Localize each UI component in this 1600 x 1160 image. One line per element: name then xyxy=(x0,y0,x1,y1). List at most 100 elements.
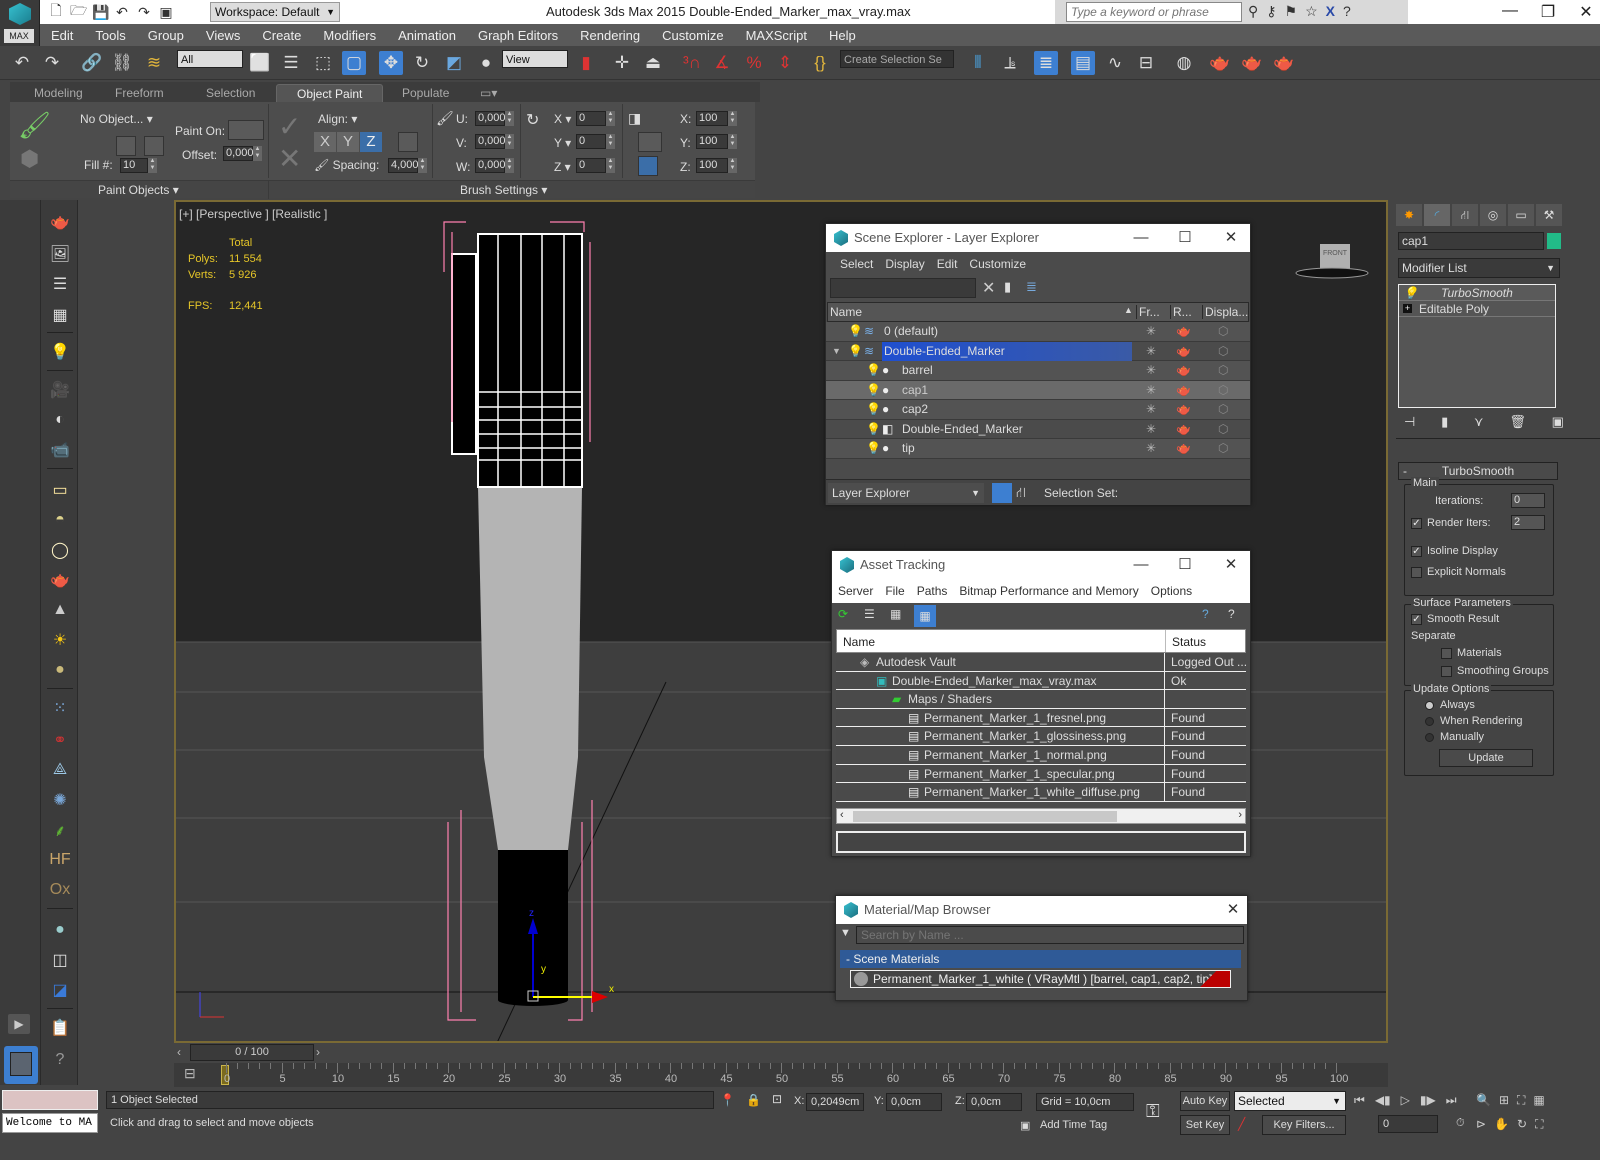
undo-icon[interactable]: ↶ xyxy=(10,51,34,75)
next-frame-icon[interactable]: › xyxy=(316,1045,328,1061)
list-view-icon[interactable]: ☰ xyxy=(864,607,875,621)
align-z-button[interactable]: Z xyxy=(360,132,382,152)
tab-selection[interactable]: Selection xyxy=(206,84,255,102)
offset-spinner[interactable]: ▲ ▼ xyxy=(253,146,262,161)
default-in-out-tangent-icon[interactable]: ╱ xyxy=(1238,1117,1245,1131)
tree-row[interactable]: 💡 ● cap1 ✳ 🫖 ⬡ xyxy=(826,380,1250,401)
rot-z-input[interactable]: 0 xyxy=(576,158,606,173)
field-of-view-icon[interactable]: ⊳ xyxy=(1476,1117,1486,1132)
fur-icon[interactable]: ⸙ xyxy=(48,818,72,842)
scene-explorer-menu-display[interactable]: Display xyxy=(879,257,930,271)
unlink-icon[interactable]: ⛓ xyxy=(110,51,134,75)
previous-frame-icon[interactable]: ‹ xyxy=(177,1045,189,1061)
renderable-teapot-icon[interactable]: 🫖 xyxy=(1176,400,1191,420)
shading-sphere-icon[interactable]: ● xyxy=(474,51,498,75)
y-coord-input[interactable]: 0,0cm xyxy=(886,1093,942,1111)
modify-tab-icon[interactable]: ◜ xyxy=(1424,204,1450,226)
percent-snap-icon[interactable]: % xyxy=(742,51,766,75)
hair-farm-icon[interactable]: HF xyxy=(48,848,72,872)
scale-mode-dropdown[interactable] xyxy=(638,132,662,152)
make-unique-icon[interactable]: ⋎ xyxy=(1474,414,1484,430)
menu-views[interactable]: Views xyxy=(195,28,251,43)
tab-modeling[interactable]: Modeling xyxy=(34,84,83,102)
menu-create[interactable]: Create xyxy=(251,28,312,43)
render-iters-checkbox[interactable]: ✓ Render Iters: xyxy=(1411,517,1491,529)
plane-light-icon[interactable]: ▭ xyxy=(48,478,72,502)
menu-animation[interactable]: Animation xyxy=(387,28,467,43)
ies-light-icon[interactable]: ▲ xyxy=(48,598,72,622)
w-spinner[interactable]: ▲ ▼ xyxy=(505,158,514,173)
asset-menu-paths[interactable]: Paths xyxy=(911,584,954,598)
scene-explorer-menu-edit[interactable]: Edit xyxy=(931,257,964,271)
zoom-all-icon[interactable]: ⊞ xyxy=(1499,1093,1509,1108)
scroll-right-icon[interactable]: › xyxy=(1238,809,1242,821)
set-key-button[interactable]: Set Key xyxy=(1180,1115,1230,1135)
v-input[interactable]: 0,000 xyxy=(475,134,506,149)
project-folder-icon[interactable]: ▣ xyxy=(158,4,174,21)
maximize-button[interactable]: ☐ xyxy=(1170,224,1200,252)
align-x-button[interactable]: X xyxy=(314,132,336,152)
x-coord-input[interactable]: 0,2049cm xyxy=(806,1093,864,1111)
save-file-icon[interactable]: 💾 xyxy=(92,4,109,21)
rot-z-spinner[interactable]: ▲ ▼ xyxy=(606,158,615,173)
zoom-extents-all-icon[interactable]: ▦ xyxy=(1533,1093,1544,1108)
link-icon[interactable]: 🔗 xyxy=(80,51,104,75)
paint-brush-icon[interactable]: 🖌 xyxy=(18,110,51,141)
explicit-normals-checkbox[interactable]: Explicit Normals xyxy=(1411,566,1506,578)
selection-lock-icon[interactable]: 🔒 xyxy=(746,1093,761,1107)
help-icon[interactable]: ? xyxy=(1343,3,1351,20)
rot-z-dropdown[interactable]: Z ▾ xyxy=(554,160,571,174)
render-frame-icon[interactable]: 🖼 xyxy=(48,242,72,266)
minimize-button[interactable]: — xyxy=(1126,224,1156,252)
region-render-icon[interactable]: ◪ xyxy=(48,978,72,1002)
redo-icon[interactable]: ↷ xyxy=(40,51,64,75)
scene-materials-group[interactable]: - Scene Materials xyxy=(840,950,1241,968)
scene-explorer-icon[interactable]: ≣ xyxy=(1034,51,1058,75)
visibility-lightbulb-icon[interactable]: 💡 xyxy=(866,439,881,459)
viewcube-front-label[interactable]: FRONT xyxy=(1320,250,1350,257)
binoculars-icon[interactable]: ⚲ xyxy=(1248,3,1258,20)
object-name-input[interactable]: cap1 xyxy=(1398,232,1544,250)
scene-explorer-titlebar[interactable]: Scene Explorer - Layer Explorer — ☐ ✕ xyxy=(826,224,1250,252)
menu-group[interactable]: Group xyxy=(137,28,195,43)
asset-tracking-titlebar[interactable]: Asset Tracking — ☐ ✕ xyxy=(832,551,1250,579)
column-name[interactable]: Name xyxy=(830,305,862,319)
freeze-snowflake-icon[interactable]: ✳ xyxy=(1146,439,1156,459)
time-tag-icon[interactable]: ▣ xyxy=(1020,1119,1030,1132)
maxscript-listener-output[interactable] xyxy=(2,1090,98,1110)
tree-row[interactable]: 💡 ● barrel ✳ 🫖 ⬡ xyxy=(826,361,1250,381)
current-frame-input[interactable]: 0 xyxy=(1378,1115,1438,1133)
time-slider-thumb[interactable]: 0 / 100 xyxy=(190,1044,314,1061)
pan-view-icon[interactable]: ✋ xyxy=(1494,1117,1509,1132)
exchange-icon[interactable]: X xyxy=(1326,3,1335,20)
menu-rendering[interactable]: Rendering xyxy=(569,28,651,43)
freeze-snowflake-icon[interactable]: ✳ xyxy=(1146,381,1156,401)
redo-icon[interactable]: ↷ xyxy=(136,4,152,21)
help-icon[interactable]: ? xyxy=(1202,607,1209,621)
app-menu-button[interactable]: MAX xyxy=(0,0,40,46)
renderable-teapot-icon[interactable]: 🫖 xyxy=(1176,439,1191,459)
update-when-rendering-radio[interactable]: When Rendering xyxy=(1425,715,1523,727)
rect-selection-icon[interactable]: ⬚ xyxy=(311,51,335,75)
reference-coordinate-dropdown[interactable]: View xyxy=(502,50,568,68)
material-search-input[interactable] xyxy=(856,926,1244,944)
camera-icon[interactable]: 🎥 xyxy=(48,378,72,402)
separate-materials-checkbox[interactable]: Materials xyxy=(1441,647,1502,659)
w-input[interactable]: 0,000 xyxy=(475,158,506,173)
bind-space-warp-icon[interactable]: ≋ xyxy=(142,51,166,75)
selection-filter-dropdown[interactable]: All xyxy=(177,50,243,68)
spinner-snap-icon[interactable]: ⇕ xyxy=(773,51,797,75)
script-editor-icon[interactable]: 📋 xyxy=(48,1016,72,1040)
scale-z-spinner[interactable]: ▲ ▼ xyxy=(728,158,737,173)
column-renderable[interactable]: R... xyxy=(1170,305,1192,319)
stack-item-turbosmooth[interactable]: 💡 TurboSmooth xyxy=(1399,285,1555,301)
display-box-icon[interactable]: ⬡ xyxy=(1218,361,1228,381)
visibility-lightbulb-icon[interactable]: 💡 xyxy=(866,400,881,420)
minimize-button[interactable]: — xyxy=(1490,2,1530,20)
sun-icon[interactable]: ☀ xyxy=(48,628,72,652)
tree-row[interactable]: 💡 ● tip ✳ 🫖 ⬡ xyxy=(826,439,1250,459)
freeze-snowflake-icon[interactable]: ✳ xyxy=(1146,420,1156,440)
maximize-button[interactable]: ☐ xyxy=(1170,551,1200,579)
freeze-snowflake-icon[interactable]: ✳ xyxy=(1146,322,1156,342)
expand-arrow-icon[interactable]: ▶ xyxy=(8,1014,30,1034)
